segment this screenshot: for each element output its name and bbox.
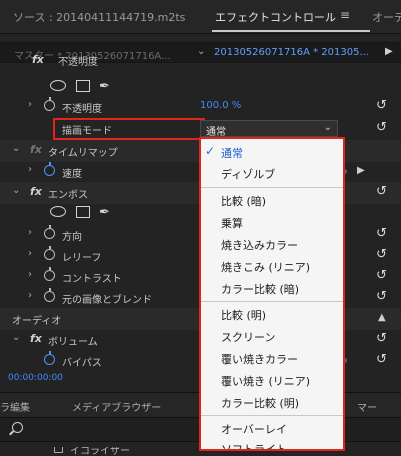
dropdown-item-color-burn[interactable]: 焼き込みカラー: [201, 233, 343, 255]
dropdown-item-soft-light[interactable]: ソフトライト: [201, 437, 343, 449]
rectangle-mask-icon[interactable]: [76, 80, 90, 92]
reset-icon[interactable]: ↺: [376, 120, 387, 135]
next-keyframe-icon[interactable]: ▶: [357, 165, 365, 176]
blend-mode-select[interactable]: 通常 ⌄: [200, 120, 338, 138]
chevron-down-icon[interactable]: ⌄: [12, 185, 20, 196]
speed-label: 速度: [62, 169, 82, 180]
panel-tab-bar: ソース : 20140411144719.m2ts エフェクトコントロール ≡ …: [0, 0, 401, 34]
partial-list-item[interactable]: イコライザー: [48, 447, 198, 456]
fx-icon[interactable]: fx: [30, 143, 42, 156]
current-timecode[interactable]: 00:00:00:00: [8, 373, 63, 383]
stopwatch-icon[interactable]: [44, 351, 55, 365]
relief-label: レリーフ: [62, 253, 102, 264]
tab-markers[interactable]: マー: [357, 399, 377, 414]
ellipse-mask-icon[interactable]: [50, 80, 66, 91]
stopwatch-icon[interactable]: [44, 225, 55, 239]
opacity-effect-header[interactable]: fx 不透明度: [0, 55, 401, 69]
tab-media-browser[interactable]: メディアブラウザー: [72, 399, 161, 414]
blend-mode-highlight: [53, 118, 205, 140]
rectangle-mask-icon[interactable]: [76, 206, 90, 218]
dropdown-item-linear-dodge[interactable]: 覆い焼き (リニア): [201, 369, 343, 391]
fx-icon[interactable]: fx: [30, 185, 42, 198]
chevron-right-icon[interactable]: ›: [28, 227, 32, 238]
chevron-right-icon[interactable]: ›: [28, 164, 32, 175]
stopwatch-icon[interactable]: [44, 246, 55, 260]
pen-mask-icon[interactable]: ✒: [99, 205, 110, 220]
tab-effect-controls[interactable]: エフェクトコントロール: [215, 9, 336, 25]
chevron-right-icon[interactable]: ›: [28, 248, 32, 259]
opacity-value[interactable]: 100.0 %: [200, 100, 241, 111]
time-remap-label: タイムリマップ: [48, 148, 118, 159]
active-tab-indicator: [212, 30, 370, 32]
dropdown-item-lighten[interactable]: 比較 (明): [201, 303, 343, 325]
reset-icon[interactable]: ↺: [376, 331, 387, 346]
tab-edit[interactable]: ラ編集: [0, 399, 30, 414]
reset-icon[interactable]: ↺: [376, 247, 387, 262]
dropdown-item-color-dodge[interactable]: 覆い焼きカラー: [201, 347, 343, 369]
dropdown-item-darker-color[interactable]: カラー比較 (暗): [201, 277, 343, 299]
blend-mode-selected-value: 通常: [206, 127, 226, 138]
ellipse-mask-icon[interactable]: [50, 206, 66, 217]
dropdown-item-dissolve[interactable]: ディゾルブ: [201, 162, 343, 184]
emboss-label: エンボス: [48, 190, 88, 201]
reset-icon[interactable]: ↺: [376, 184, 387, 199]
stopwatch-icon[interactable]: [44, 162, 55, 176]
blend-original-label: 元の画像とブレンド: [62, 295, 152, 306]
reset-icon[interactable]: ↺: [376, 268, 387, 283]
panel-menu-icon[interactable]: ≡: [340, 8, 350, 22]
chevron-down-icon[interactable]: ⌄: [12, 143, 20, 154]
audio-section-label: オーディオ: [12, 316, 62, 327]
dropdown-item-multiply[interactable]: 乗算: [201, 211, 343, 233]
dropdown-item-lighter-color[interactable]: カラー比較 (明): [201, 391, 343, 413]
chevron-right-icon[interactable]: ›: [28, 99, 32, 110]
dropdown-separator: [201, 301, 343, 302]
reset-icon[interactable]: ↺: [376, 352, 387, 367]
chevron-down-icon[interactable]: ⌄: [12, 332, 20, 343]
tab-audio[interactable]: オーデ: [372, 9, 401, 25]
dropdown-item-normal[interactable]: ✓ 通常: [201, 141, 343, 163]
dropdown-item-overlay[interactable]: オーバーレイ: [201, 417, 343, 439]
folder-icon: [54, 447, 63, 453]
reset-icon[interactable]: ↺: [376, 226, 387, 241]
opacity-label: 不透明度: [62, 104, 102, 115]
stopwatch-icon[interactable]: [44, 267, 55, 281]
reset-icon[interactable]: ↺: [376, 98, 387, 113]
stopwatch-icon[interactable]: [44, 288, 55, 302]
dropdown-separator: [201, 187, 343, 188]
chevron-down-icon: ⌄: [323, 122, 332, 133]
stopwatch-icon[interactable]: [44, 97, 55, 111]
tab-source[interactable]: ソース : 20140411144719.m2ts: [13, 9, 185, 25]
chevron-right-icon[interactable]: ›: [28, 290, 32, 301]
bypass-label: バイパス: [62, 358, 102, 369]
opacity-header-label: 不透明度: [58, 57, 98, 68]
fx-icon[interactable]: fx: [30, 332, 42, 345]
collapse-up-icon[interactable]: ▲: [378, 312, 386, 323]
reset-icon[interactable]: ↺: [376, 289, 387, 304]
blend-mode-dropdown: ✓ 通常 ディゾルブ 比較 (暗) 乗算 焼き込みカラー 焼きこみ (リニア) …: [199, 137, 345, 451]
dropdown-item-linear-burn[interactable]: 焼きこみ (リニア): [201, 255, 343, 277]
pen-mask-icon[interactable]: ✒: [99, 79, 110, 94]
dropdown-item-screen[interactable]: スクリーン: [201, 325, 343, 347]
fx-icon[interactable]: fx: [32, 55, 44, 66]
dropdown-separator: [201, 415, 343, 416]
chevron-right-icon[interactable]: ›: [28, 269, 32, 280]
direction-label: 方向: [62, 232, 82, 243]
partial-item-label: イコライザー: [70, 447, 130, 456]
opacity-property-row: › 不透明度 100.0 % ↺: [0, 96, 401, 118]
checkmark-icon: ✓: [205, 144, 216, 158]
search-icon[interactable]: [12, 422, 23, 433]
effect-controls-panel: ソース : 20140411144719.m2ts エフェクトコントロール ≡ …: [0, 0, 401, 456]
contrast-label: コントラスト: [62, 274, 122, 285]
volume-label: ボリューム: [48, 337, 98, 348]
dropdown-item-darken[interactable]: 比較 (暗): [201, 189, 343, 211]
